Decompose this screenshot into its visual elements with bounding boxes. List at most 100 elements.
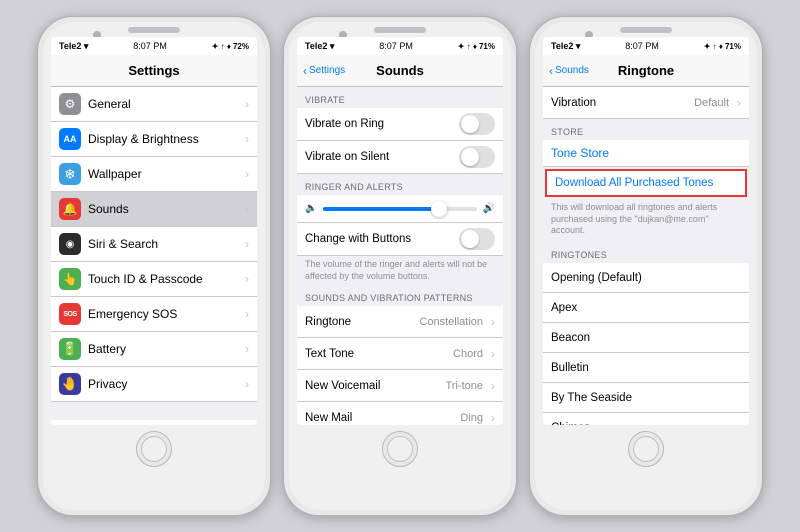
- volume-slider-row: 🔈 🔊: [297, 195, 503, 223]
- sounds-label: Sounds: [88, 202, 241, 216]
- sounds-nav-title: Sounds: [376, 63, 424, 78]
- ringtone-beacon-label: Beacon: [551, 332, 741, 344]
- sounds-status-bar: Tele2 ▾ 8:07 PM ✦ ↑ ♦ 71%: [297, 37, 503, 55]
- wallpaper-label: Wallpaper: [88, 167, 241, 181]
- tone-store-link[interactable]: Tone Store: [543, 140, 749, 167]
- ringtone-item-beacon[interactable]: Beacon: [543, 323, 749, 353]
- ringtone-list: Vibration Default › STORE Tone Store Dow…: [543, 87, 749, 425]
- home-button-inner-3: [633, 436, 659, 462]
- ringtone-item-opening[interactable]: Opening (Default): [543, 263, 749, 293]
- ringtone-item-bytheseaside[interactable]: By The Seaside: [543, 383, 749, 413]
- toggle-knob-1: [461, 115, 479, 133]
- display-label: Display & Brightness: [88, 132, 241, 146]
- ringtone-bytheseaside-label: By The Seaside: [551, 392, 741, 404]
- phone-bottom-2: [382, 425, 418, 475]
- toggle-knob-3: [461, 230, 479, 248]
- ringtone-bulletin-label: Bulletin: [551, 362, 741, 374]
- battery-icon-row: 🔋: [59, 338, 81, 360]
- display-icon: AA: [59, 128, 81, 150]
- ringer-header: RINGER AND ALERTS: [297, 174, 503, 195]
- sounds-back-button[interactable]: ‹ Settings: [303, 64, 345, 78]
- vibrate-silent-row[interactable]: Vibrate on Silent: [297, 141, 503, 174]
- vibration-row[interactable]: Vibration Default ›: [543, 87, 749, 119]
- ringtone-label: Ringtone: [305, 316, 419, 328]
- ringtone-back-button[interactable]: ‹ Sounds: [549, 64, 589, 78]
- ringtone-item-chimes[interactable]: Chimes: [543, 413, 749, 425]
- settings-row-sounds[interactable]: 🔔 Sounds ›: [51, 192, 257, 227]
- newmail-row[interactable]: New Mail Ding ›: [297, 402, 503, 425]
- sounds-time: 8:07 PM: [379, 41, 413, 51]
- back-label: Settings: [309, 65, 345, 76]
- voicemail-row[interactable]: New Voicemail Tri-tone ›: [297, 370, 503, 402]
- back-chevron: ‹: [303, 64, 307, 78]
- sos-label: Emergency SOS: [88, 307, 241, 321]
- toggle-knob-2: [461, 148, 479, 166]
- settings-row-touchid[interactable]: 👆 Touch ID & Passcode ›: [51, 262, 257, 297]
- phone-sounds: Tele2 ▾ 8:07 PM ✦ ↑ ♦ 71% ‹ Settings Sou…: [283, 16, 517, 516]
- sounds-carrier: Tele2 ▾: [305, 41, 334, 52]
- settings-row-general[interactable]: ⚙ General ›: [51, 87, 257, 122]
- ringtone-apex-label: Apex: [551, 302, 741, 314]
- volume-slider[interactable]: [323, 207, 476, 211]
- vibration-label: Vibration: [551, 97, 694, 109]
- vibrate-silent-toggle[interactable]: [459, 146, 495, 168]
- home-button-inner-1: [141, 436, 167, 462]
- ringtone-carrier: Tele2 ▾: [551, 41, 580, 52]
- settings-row-display[interactable]: AA Display & Brightness ›: [51, 122, 257, 157]
- settings-row-battery[interactable]: 🔋 Battery ›: [51, 332, 257, 367]
- slider-thumb[interactable]: [431, 201, 447, 217]
- touchid-label: Touch ID & Passcode: [88, 272, 241, 286]
- slider-fill: [323, 207, 438, 211]
- siri-label: Siri & Search: [88, 237, 241, 251]
- voicemail-value: Tri-tone: [446, 380, 484, 392]
- status-carrier: Tele2 ▾: [59, 41, 88, 52]
- texttone-label: Text Tone: [305, 348, 453, 360]
- ringtone-time: 8:07 PM: [625, 41, 659, 51]
- sounds-list: VIBRATE Vibrate on Ring Vibrate on Silen…: [297, 87, 503, 425]
- status-battery: ✦ ↑ ♦ 72%: [212, 42, 249, 51]
- speaker-grille: [128, 27, 180, 33]
- vibration-value: Default: [694, 97, 729, 109]
- ringtone-item-apex[interactable]: Apex: [543, 293, 749, 323]
- home-button-3[interactable]: [628, 431, 664, 467]
- texttone-row[interactable]: Text Tone Chord ›: [297, 338, 503, 370]
- settings-row-wallpaper[interactable]: ❄ Wallpaper ›: [51, 157, 257, 192]
- settings-row-sos[interactable]: SOS Emergency SOS ›: [51, 297, 257, 332]
- ringtone-item-bulletin[interactable]: Bulletin: [543, 353, 749, 383]
- ringtone-battery: ✦ ↑ ♦ 71%: [704, 42, 741, 51]
- vibrate-silent-label: Vibrate on Silent: [305, 151, 459, 163]
- change-buttons-toggle[interactable]: [459, 228, 495, 250]
- ringtone-nav-title: Ringtone: [618, 63, 674, 78]
- ringer-note: The volume of the ringer and alerts will…: [297, 256, 503, 285]
- download-tones-label: Download All Purchased Tones: [547, 171, 745, 195]
- download-tones-row[interactable]: Download All Purchased Tones: [545, 169, 747, 197]
- privacy-icon: 🤚: [59, 373, 81, 395]
- voicemail-label: New Voicemail: [305, 380, 446, 392]
- touchid-icon: 👆: [59, 268, 81, 290]
- settings-nav-bar: Settings: [51, 55, 257, 87]
- sounds-vibration-header: SOUNDS AND VIBRATION PATTERNS: [297, 285, 503, 306]
- home-button-2[interactable]: [382, 431, 418, 467]
- vibrate-ring-label: Vibrate on Ring: [305, 118, 459, 130]
- ringtone-value: Constellation: [419, 316, 483, 328]
- home-button-1[interactable]: [136, 431, 172, 467]
- change-buttons-label: Change with Buttons: [305, 233, 459, 245]
- change-buttons-row[interactable]: Change with Buttons: [297, 223, 503, 256]
- home-button-inner-2: [387, 436, 413, 462]
- newmail-value: Ding: [460, 412, 483, 424]
- ringtone-row[interactable]: Ringtone Constellation ›: [297, 306, 503, 338]
- volume-high-icon: 🔊: [483, 203, 495, 214]
- phone-bottom-3: [628, 425, 664, 475]
- settings-row-itunes[interactable]: A iTunes & App Store ›: [51, 420, 257, 425]
- settings-row-siri[interactable]: ◉ Siri & Search ›: [51, 227, 257, 262]
- settings-row-privacy[interactable]: 🤚 Privacy ›: [51, 367, 257, 402]
- sos-icon: SOS: [59, 303, 81, 325]
- ringtone-back-chevron: ‹: [549, 64, 553, 78]
- vibrate-ring-toggle[interactable]: [459, 113, 495, 135]
- status-bar: Tele2 ▾ 8:07 PM ✦ ↑ ♦ 72%: [51, 37, 257, 55]
- phone-settings: Tele2 ▾ 8:07 PM ✦ ↑ ♦ 72% Settings ⚙ Gen…: [37, 16, 271, 516]
- phones-container: Tele2 ▾ 8:07 PM ✦ ↑ ♦ 72% Settings ⚙ Gen…: [27, 6, 773, 526]
- vibrate-on-ring-row[interactable]: Vibrate on Ring: [297, 108, 503, 141]
- volume-low-icon: 🔈: [305, 203, 317, 214]
- siri-icon: ◉: [59, 233, 81, 255]
